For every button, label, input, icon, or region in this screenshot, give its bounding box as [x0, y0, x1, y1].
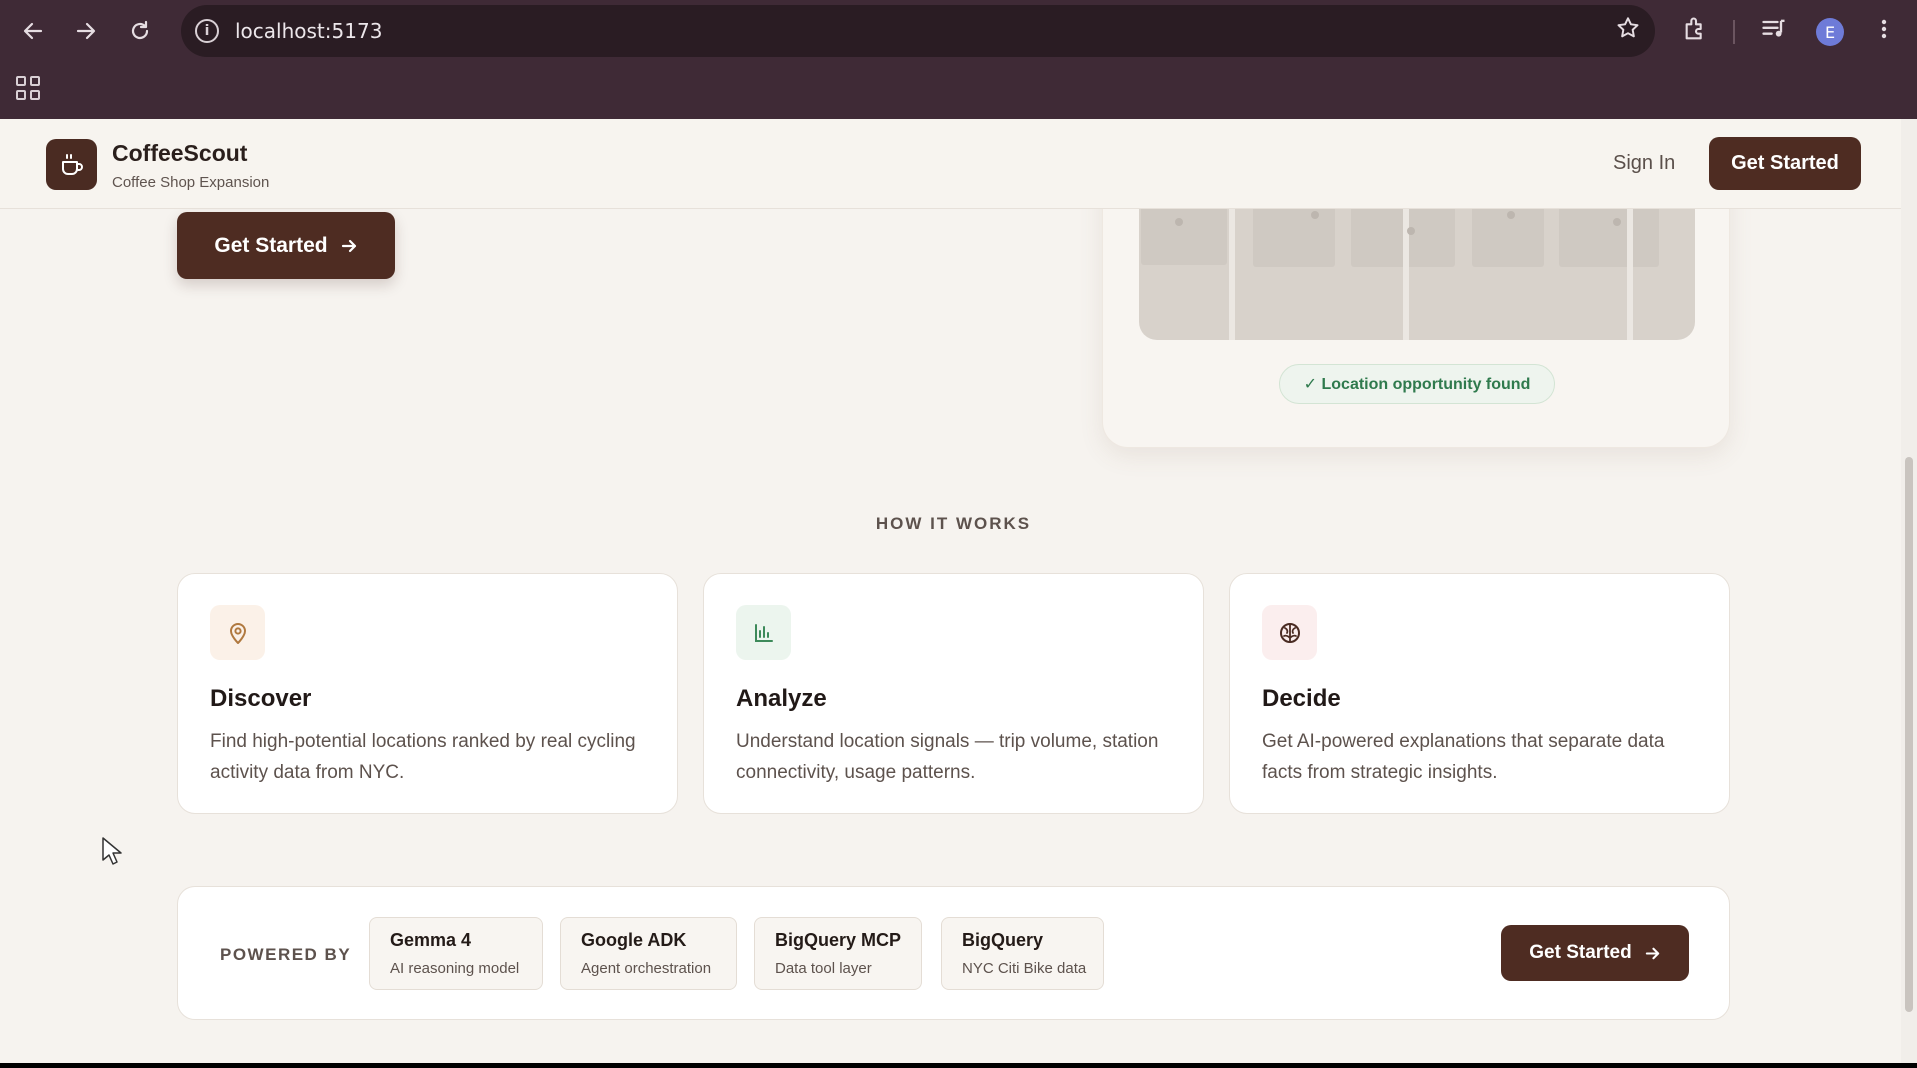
feature-description: Understand location signals — trip volum…: [736, 731, 1159, 783]
brand-name[interactable]: CoffeeScout: [112, 140, 247, 167]
forward-icon[interactable]: [68, 13, 104, 49]
chip-subtitle: Agent orchestration: [581, 960, 712, 977]
chip-name: BigQuery: [962, 930, 1044, 950]
chip-name: Google ADK: [581, 930, 687, 950]
brain-icon: [1262, 605, 1317, 660]
browser-toolbar: i localhost:5173 E: [0, 0, 1917, 119]
feature-card-discover: Discover Find high-potential locations r…: [177, 573, 678, 814]
back-icon[interactable]: [15, 13, 51, 49]
chip-name: BigQuery MCP: [775, 930, 902, 950]
feature-description: Get AI-powered explanations that separat…: [1262, 731, 1665, 783]
url-text[interactable]: localhost:5173: [235, 19, 382, 43]
feature-title: Analyze: [736, 685, 827, 712]
powered-by-label: POWERED BY: [220, 945, 352, 964]
location-found-badge: ✓ Location opportunity found: [1279, 364, 1555, 404]
chip-subtitle: AI reasoning model: [390, 960, 520, 977]
mouse-cursor-icon: [102, 837, 122, 865]
extensions-icon[interactable]: [1682, 15, 1710, 49]
powered-get-started-button[interactable]: Get Started: [1501, 925, 1689, 981]
brand-subtitle: Coffee Shop Expansion: [112, 174, 270, 191]
site-header: CoffeeScout Coffee Shop Expansion Sign I…: [0, 119, 1901, 209]
chip-subtitle: NYC Citi Bike data: [962, 960, 1087, 977]
powered-by-bar: POWERED BY Gemma 4 AI reasoning model Go…: [177, 886, 1730, 1020]
toolbar-divider: [1733, 20, 1735, 44]
tech-chip-bigquery-mcp: BigQuery MCP Data tool layer: [754, 917, 922, 990]
hero-get-started-button[interactable]: Get Started: [177, 212, 395, 279]
page-viewport: CoffeeScout Coffee Shop Expansion Sign I…: [0, 119, 1917, 1063]
tab-grid-icon[interactable]: [16, 76, 40, 100]
bar-chart-icon: [736, 605, 791, 660]
chip-subtitle: Data tool layer: [775, 960, 872, 977]
reload-icon[interactable]: [122, 13, 158, 49]
scrollbar-thumb[interactable]: [1905, 457, 1913, 1012]
map-pin-icon: [210, 605, 265, 660]
feature-description: Find high-potential locations ranked by …: [210, 731, 636, 783]
feature-card-analyze: Analyze Understand location signals — tr…: [703, 573, 1204, 814]
how-it-works-title: HOW IT WORKS: [875, 514, 1032, 533]
header-get-started-button[interactable]: Get Started: [1709, 137, 1861, 190]
powered-get-started-label: Get Started: [1529, 942, 1632, 963]
sign-in-link[interactable]: Sign In: [1613, 152, 1675, 175]
info-icon[interactable]: i: [195, 19, 219, 43]
feature-title: Decide: [1262, 685, 1341, 712]
menu-icon[interactable]: [1874, 15, 1894, 49]
address-bar[interactable]: i localhost:5173: [181, 5, 1655, 57]
tech-chip-gemma: Gemma 4 AI reasoning model: [369, 917, 543, 990]
arrow-right-icon: [1645, 947, 1659, 959]
page-scrollbar[interactable]: [1901, 119, 1917, 1063]
coffee-cup-icon[interactable]: [46, 139, 97, 190]
tech-chip-google-adk: Google ADK Agent orchestration: [560, 917, 737, 990]
star-icon[interactable]: [1615, 15, 1641, 48]
profile-avatar[interactable]: E: [1816, 18, 1844, 46]
header-get-started-label: Get Started: [1731, 152, 1839, 174]
chip-name: Gemma 4: [390, 930, 472, 950]
arrow-right-icon: [341, 239, 356, 252]
media-icon[interactable]: [1760, 15, 1788, 49]
feature-title: Discover: [210, 685, 312, 712]
hero-get-started-label: Get Started: [214, 233, 328, 257]
feature-card-decide: Decide Get AI-powered explanations that …: [1229, 573, 1730, 814]
tech-chip-bigquery: BigQuery NYC Citi Bike data: [941, 917, 1104, 990]
